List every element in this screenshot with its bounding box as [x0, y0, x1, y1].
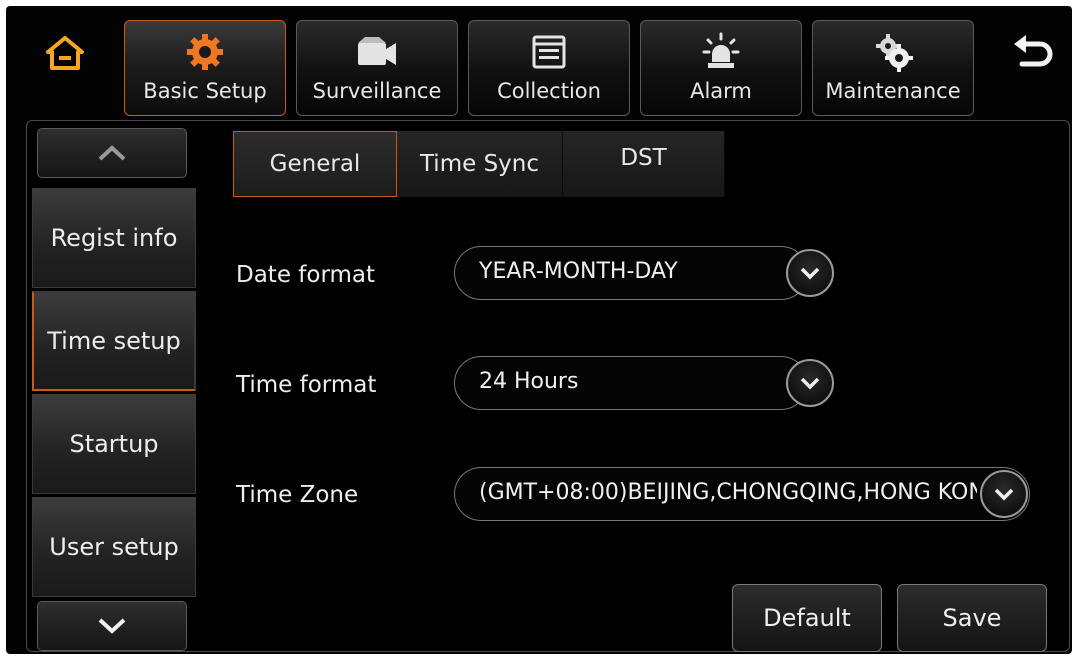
tab-label: DST [620, 145, 667, 171]
menu-tab-collection[interactable]: Collection [468, 20, 630, 116]
date-format-select[interactable]: YEAR-MONTH-DAY [454, 246, 808, 300]
sidebar-scroll-up-button[interactable] [37, 128, 187, 178]
siren-icon [702, 32, 740, 68]
time-format-label: Time format [236, 372, 377, 398]
menu-tab-surveillance[interactable]: Surveillance [296, 20, 458, 116]
tab-dst[interactable]: DST [563, 131, 725, 197]
chevron-down-icon [98, 618, 126, 634]
sidebar-item-startup[interactable]: Startup [32, 394, 196, 494]
chevron-down-icon [800, 267, 820, 280]
menu-tab-alarm[interactable]: Alarm [640, 20, 802, 116]
date-format-label: Date format [236, 262, 376, 288]
sidebar-item-label: User setup [49, 533, 179, 561]
tab-label: General [269, 151, 361, 177]
menu-tab-label: Surveillance [312, 79, 442, 103]
sidebar-item-user-setup[interactable]: User setup [32, 497, 196, 597]
chevron-down-icon [994, 488, 1014, 501]
default-button-label: Default [763, 604, 851, 632]
date-format-dropdown-button[interactable] [786, 249, 834, 297]
time-format-select[interactable]: 24 Hours [454, 356, 808, 410]
sidebar-item-label: Regist info [50, 224, 178, 252]
time-format-dropdown-button[interactable] [786, 359, 834, 407]
home-button[interactable] [44, 32, 86, 74]
menu-tab-maintenance[interactable]: Maintenance [812, 20, 974, 116]
menu-tab-label: Collection [497, 79, 601, 103]
sidebar-item-regist-info[interactable]: Regist info [32, 188, 196, 288]
time-zone-value: (GMT+08:00)BEIJING,CHONGQING,HONG KONG [479, 480, 977, 505]
gears-icon [876, 34, 913, 72]
menu-tab-basic-setup[interactable]: Basic Setup [124, 20, 286, 116]
save-button-label: Save [942, 604, 1002, 632]
sidebar-scroll-down-button[interactable] [37, 601, 187, 651]
tab-time-sync[interactable]: Time Sync [397, 131, 563, 197]
time-format-value: 24 Hours [479, 369, 579, 394]
time-zone-label: Time Zone [236, 482, 359, 508]
tab-label: Time Sync [419, 151, 540, 177]
tab-general[interactable]: General [233, 131, 397, 197]
sidebar-item-label: Time setup [47, 327, 181, 355]
back-button[interactable] [1010, 34, 1054, 74]
menu-tab-label: Maintenance [825, 79, 961, 103]
menu-tab-label: Alarm [690, 79, 752, 103]
back-arrow-icon [1014, 35, 1053, 67]
camera-icon [358, 37, 396, 65]
save-button[interactable]: Save [897, 584, 1047, 652]
chevron-up-icon [98, 145, 126, 161]
window-icon [532, 35, 566, 69]
gear-icon [187, 34, 223, 70]
default-button[interactable]: Default [732, 584, 882, 652]
date-format-value: YEAR-MONTH-DAY [479, 259, 678, 284]
menu-tab-label: Basic Setup [143, 79, 267, 103]
sidebar-item-label: Startup [69, 430, 159, 458]
time-zone-dropdown-button[interactable] [980, 470, 1028, 518]
time-zone-select[interactable]: (GMT+08:00)BEIJING,CHONGQING,HONG KONG [454, 467, 1030, 521]
sidebar-item-time-setup[interactable]: Time setup [32, 291, 196, 391]
chevron-down-icon [800, 377, 820, 390]
home-icon [46, 36, 84, 70]
